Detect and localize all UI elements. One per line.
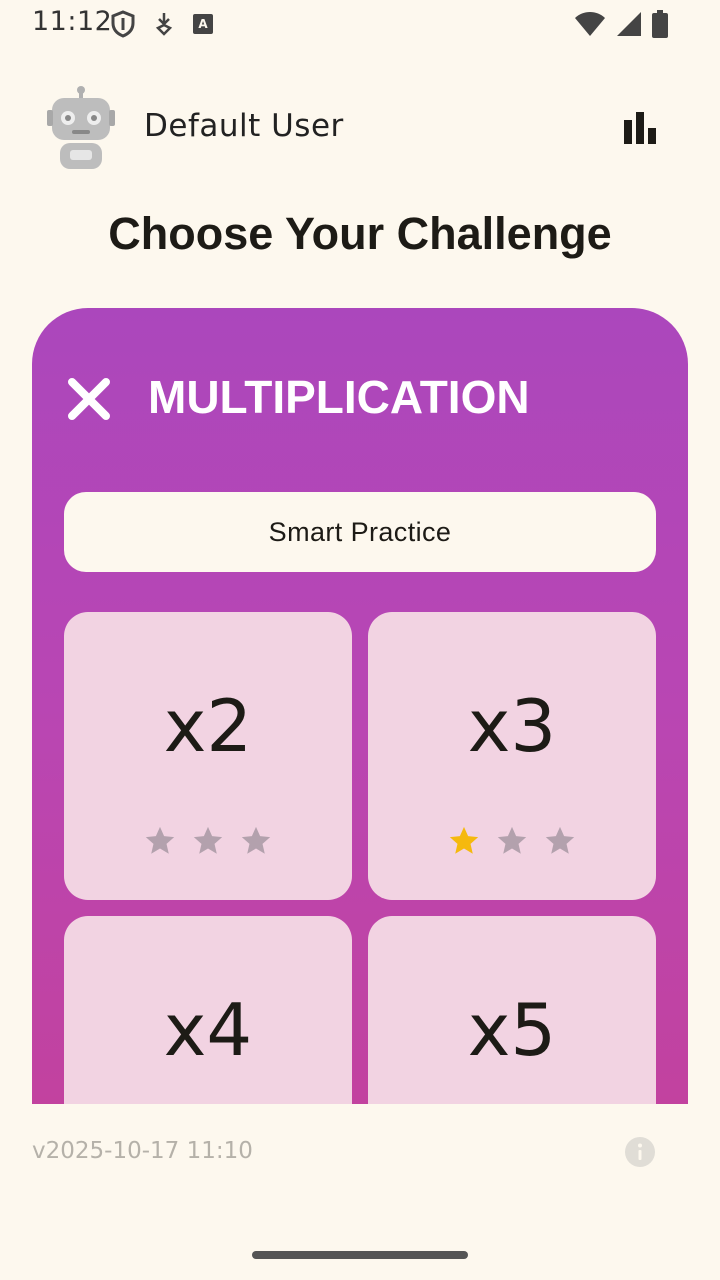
challenge-card: MULTIPLICATION Smart Practice x2 x3 x4 x… (32, 308, 688, 1104)
tile-label: x2 (163, 684, 253, 768)
tile-x5[interactable]: x5 (368, 916, 656, 1104)
svg-text:A: A (198, 17, 208, 31)
star-icon (193, 826, 223, 854)
card-title: MULTIPLICATION (148, 371, 530, 423)
shield-icon (111, 10, 135, 38)
battery-icon (652, 10, 668, 38)
star-rating (64, 824, 352, 858)
star-filled-icon (449, 826, 479, 854)
signal-icon (617, 12, 641, 36)
tile-x3[interactable]: x3 (368, 612, 656, 900)
page-title: Choose Your Challenge (108, 208, 612, 259)
version-text: v2025-10-17 11:10 (32, 1138, 253, 1164)
star-rating (368, 824, 656, 858)
user-name: Default User (144, 108, 344, 144)
tile-label: x3 (467, 684, 557, 768)
wifi-icon (575, 12, 605, 36)
star-icon (241, 826, 271, 854)
status-bar: 11:12 A (0, 0, 720, 48)
star-icon (545, 826, 575, 854)
tile-label: x5 (467, 988, 557, 1072)
close-icon[interactable] (66, 376, 112, 422)
tile-label: x4 (163, 988, 253, 1072)
bar-chart-icon[interactable] (620, 108, 660, 148)
status-icons-right (574, 10, 668, 38)
font-icon: A (193, 14, 213, 34)
robot-avatar-icon[interactable] (46, 86, 116, 170)
star-icon (497, 826, 527, 854)
header: Default User (0, 80, 720, 176)
tile-x4[interactable]: x4 (64, 916, 352, 1104)
star-icon (145, 826, 175, 854)
tile-x2[interactable]: x2 (64, 612, 352, 900)
download-icon (155, 13, 173, 36)
home-indicator[interactable] (252, 1251, 468, 1259)
smart-practice-button[interactable]: Smart Practice (64, 492, 656, 572)
card-header: MULTIPLICATION (32, 308, 688, 488)
status-icons-left: A (110, 10, 214, 38)
info-icon[interactable] (624, 1136, 656, 1168)
status-time: 11:12 (32, 6, 113, 37)
